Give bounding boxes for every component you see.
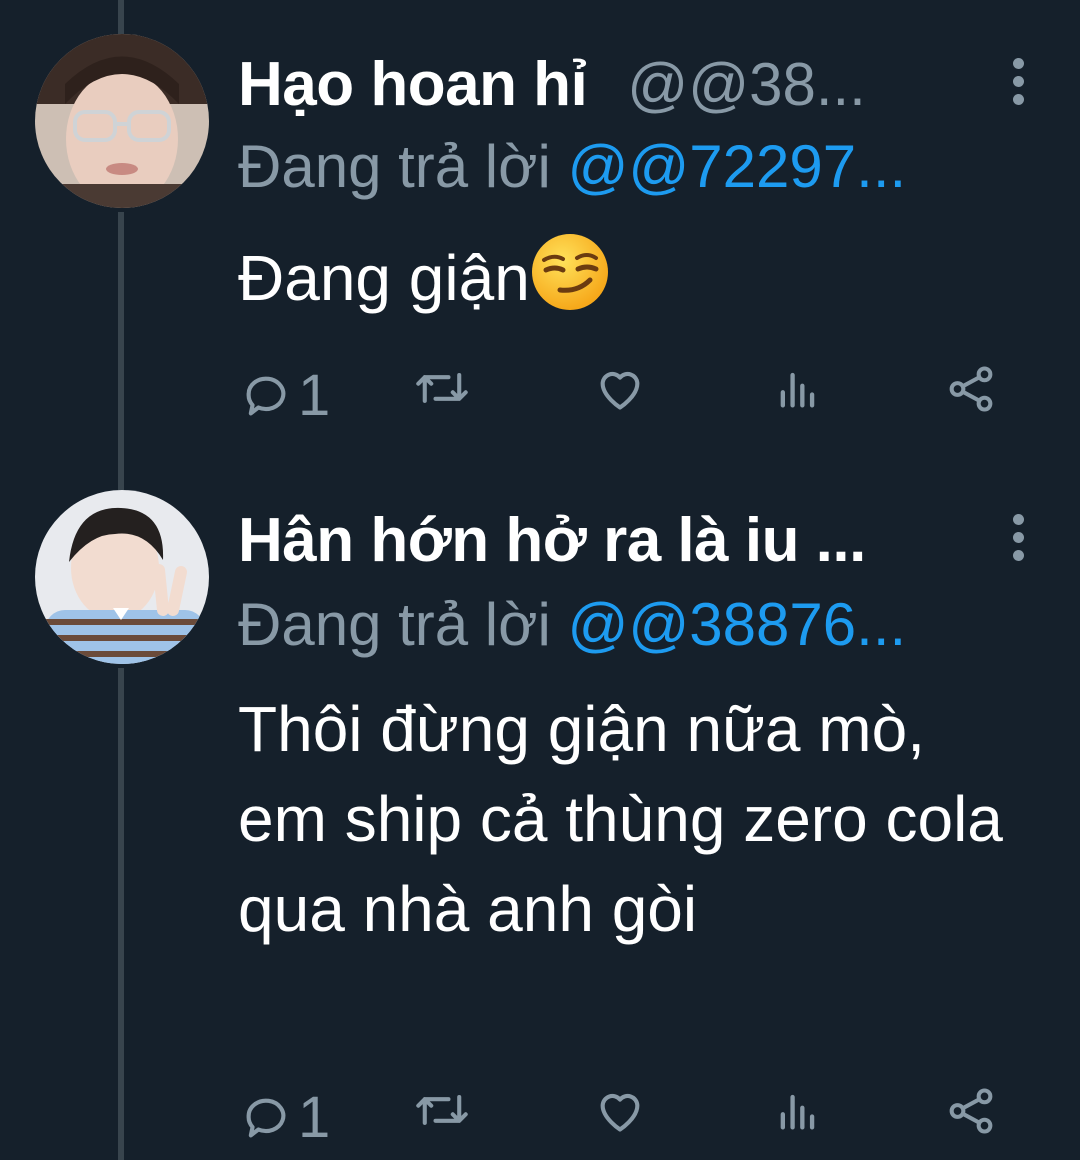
tweet-1[interactable]: Hạo hoan hỉ @@38... Đang trả lời @@72297… [0,0,1080,470]
tweet-text: Đang giận [238,232,1018,335]
reply-count: 1 [298,363,331,428]
tweet-text-content: Đang giận [238,242,530,314]
tweet-text-content: Thôi đừng giận nữa mò, em ship cả thùng … [238,693,1003,945]
tweet-actions: 1 [238,1084,1008,1154]
reply-button[interactable]: 1 [240,1084,330,1151]
user-handle[interactable]: @@38... [627,50,866,119]
replying-to-handle[interactable]: @@72297... [567,133,906,200]
like-button[interactable] [594,1084,652,1136]
tweet-actions: 1 [238,362,1008,432]
display-name[interactable]: Hân hớn hở ra là iu ... [238,505,866,576]
share-button[interactable] [944,1084,998,1138]
more-icon[interactable] [1013,514,1025,566]
like-button[interactable] [594,362,652,414]
analytics-icon [780,1094,815,1130]
reply-count: 1 [298,1085,331,1150]
tweet-header: Hạo hoan hỉ @@38... [238,44,1040,124]
share-icon [949,1088,993,1134]
analytics-icon [780,372,815,408]
display-name[interactable]: Hạo hoan hỉ [238,49,588,120]
avatar[interactable] [35,34,209,208]
share-button[interactable] [944,362,998,416]
smirking-face-emoji [530,232,610,335]
replying-to-handle[interactable]: @@38876... [567,591,906,658]
reply-icon [246,1098,286,1137]
analytics-button[interactable] [772,362,824,414]
retweet-icon [416,1095,468,1125]
replying-to-line: Đang trả lời @@38876... [238,590,1040,659]
tweet-2[interactable]: Hân hớn hở ra là iu ... Đang trả lời @@3… [0,470,1080,1160]
like-icon [600,371,640,410]
reply-icon [246,376,286,415]
replying-to-label: Đang trả lời [238,591,551,658]
analytics-button[interactable] [772,1084,824,1136]
avatar[interactable] [35,490,209,664]
share-icon [949,366,993,412]
retweet-button[interactable] [414,1084,476,1136]
replying-to-line: Đang trả lời @@72297... [238,132,1040,201]
like-icon [600,1093,640,1132]
replying-to-label: Đang trả lời [238,133,551,200]
reply-button[interactable]: 1 [240,362,330,429]
retweet-icon [416,373,468,403]
more-icon[interactable] [1013,58,1025,110]
retweet-button[interactable] [414,362,476,414]
tweet-text: Thôi đừng giận nữa mò, em ship cả thùng … [238,684,1018,954]
tweet-header: Hân hớn hở ra là iu ... [238,500,1040,580]
